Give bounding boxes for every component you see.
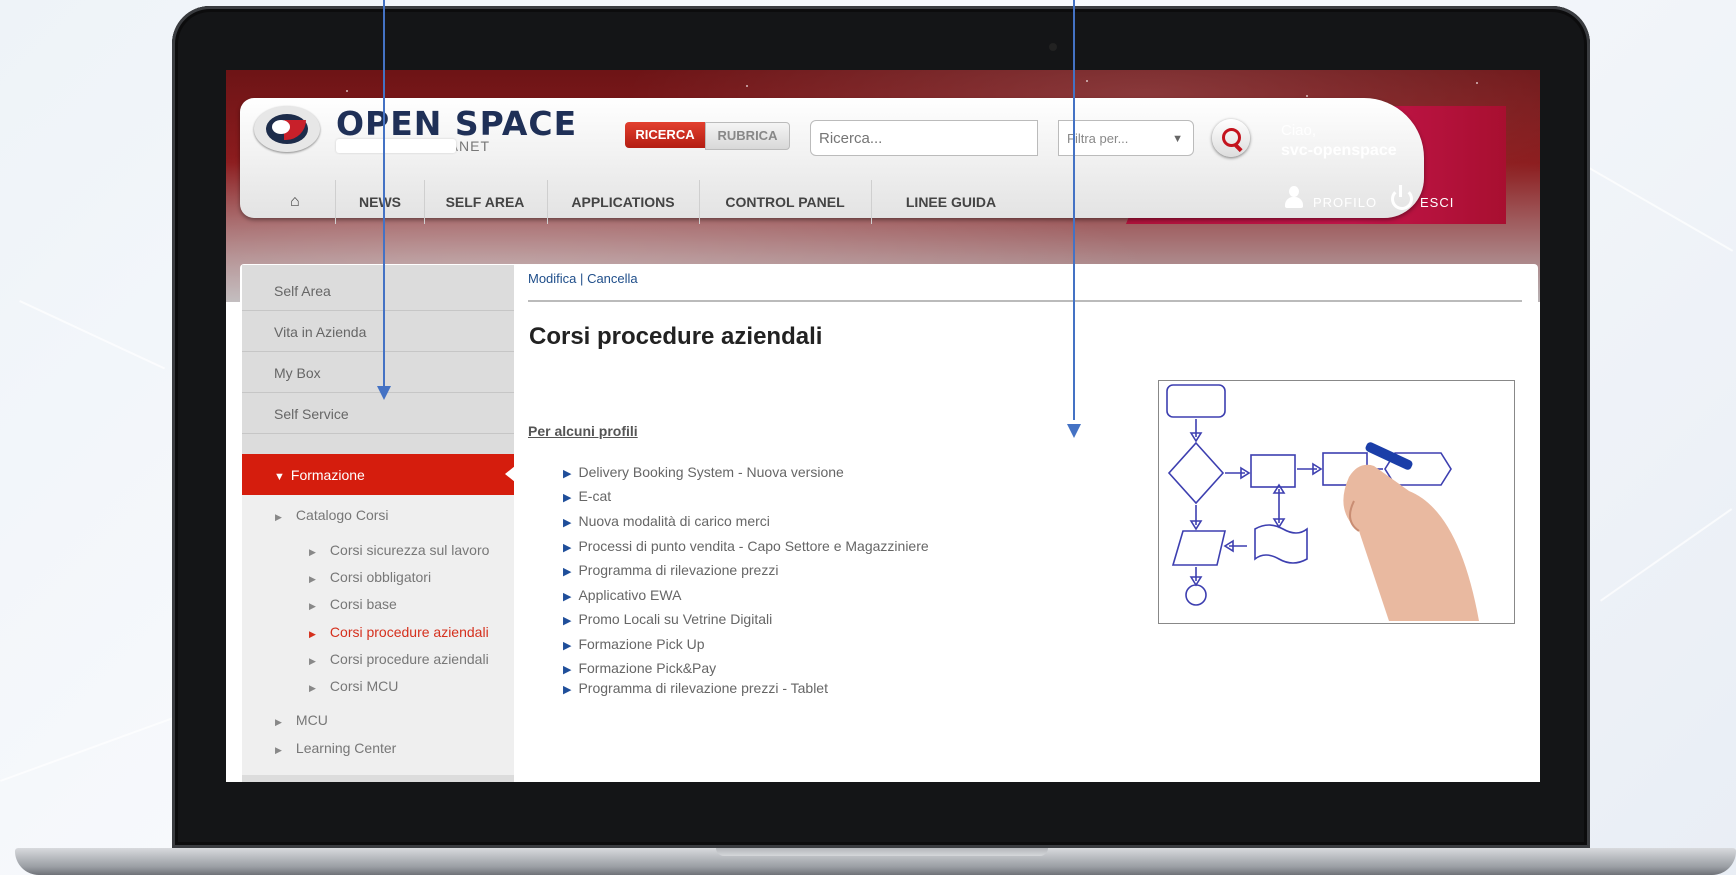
submenu-catalogo-corsi[interactable]: ▶ Catalogo Corsi (275, 507, 389, 523)
caret-down-icon: ▼ (274, 471, 285, 483)
course-item[interactable]: ▶ E-cat (563, 488, 611, 504)
sidebar-item-label: Formazione (290, 467, 365, 483)
filter-placeholder: Filtra per... (1067, 131, 1129, 146)
nav-control-panel[interactable]: CONTROL PANEL (699, 180, 872, 224)
course-item[interactable]: ▶ Processi di punto vendita - Capo Settor… (563, 538, 929, 554)
flowchart-drawing (1166, 384, 1479, 621)
sidebar-item-self-area[interactable]: Self Area (242, 271, 514, 311)
annotation-arrow-line (1073, 0, 1075, 420)
redaction-mask (336, 139, 456, 153)
tab-rubrica[interactable]: RUBRICA (705, 122, 790, 150)
page-title: Corsi procedure aziendali (529, 323, 823, 350)
nav-applications[interactable]: APPLICATIONS (547, 180, 700, 224)
camera-icon (1049, 43, 1057, 51)
course-item[interactable]: ▶ Formazione Pick Up (563, 636, 705, 652)
username: svc-openspace (1281, 142, 1397, 159)
flowchart-illustration (1158, 380, 1515, 624)
profile-link[interactable]: PROFILO (1313, 195, 1377, 210)
profile-icon[interactable] (1284, 186, 1304, 210)
edit-link[interactable]: Modifica (528, 271, 576, 286)
annotation-arrow-head (377, 386, 391, 400)
search-button[interactable] (1212, 119, 1250, 157)
filter-select[interactable]: Filtra per... ▼ (1058, 120, 1194, 156)
catalog-item[interactable]: ▶ Corsi obbligatori (309, 569, 431, 585)
nav-self-area[interactable]: SELF AREA (423, 180, 548, 224)
link-separator: | (580, 271, 584, 286)
course-item[interactable]: ▶ Promo Locali su Vetrine Digitali (563, 611, 772, 627)
catalog-item-current[interactable]: ▶ Corsi procedure aziendali (309, 624, 489, 640)
edit-links: Modifica | Cancella (528, 271, 638, 286)
nav-news[interactable]: NEWS (335, 180, 425, 224)
course-item[interactable]: ▶ Nuova modalità di carico merci (563, 513, 770, 529)
laptop-notch (716, 848, 1048, 856)
submenu-learning-center[interactable]: ▶ Learning Center (275, 740, 396, 756)
course-item[interactable]: ▶ Programma di rilevazione prezzi (563, 562, 778, 578)
course-item[interactable]: ▶ Formazione Pick&Pay (563, 660, 716, 676)
greeting-text: Ciao, (1281, 122, 1317, 139)
course-item[interactable]: ▶ Delivery Booking System - Nuova version… (563, 464, 844, 480)
annotation-arrow-head (1067, 424, 1081, 438)
section-heading[interactable]: Per alcuni profili (528, 423, 638, 439)
course-item[interactable]: ▶ Applicativo EWA (563, 587, 681, 603)
course-item[interactable]: ▶ Programma di rilevazione prezzi - Table… (563, 680, 828, 696)
sidebar-item-formazione[interactable]: ▼ Formazione (242, 454, 515, 496)
sidebar-item-self-service[interactable]: Self Service (242, 394, 514, 434)
sidebar-item-vita-in-azienda[interactable]: Vita in Azienda (242, 312, 514, 352)
annotation-arrow-line (383, 0, 385, 388)
power-icon[interactable] (1390, 185, 1414, 210)
home-icon[interactable]: ⌂ (290, 193, 300, 211)
open-space-logo (254, 102, 322, 154)
catalog-item[interactable]: ▶ Corsi MCU (309, 678, 398, 694)
catalog-item[interactable]: ▶ Corsi base (309, 596, 397, 612)
submenu-mcu[interactable]: ▶ MCU (275, 712, 328, 728)
divider (528, 300, 1522, 302)
catalog-item[interactable]: ▶ Corsi procedure aziendali (309, 651, 489, 667)
search-input[interactable] (810, 120, 1038, 156)
dropdown-arrow-icon: ▼ (1172, 133, 1183, 145)
nav-linee-guida[interactable]: LINEE GUIDA (871, 180, 1031, 224)
delete-link[interactable]: Cancella (587, 271, 638, 286)
tab-ricerca[interactable]: RICERCA (625, 122, 705, 148)
logout-link[interactable]: ESCI (1420, 195, 1454, 210)
catalog-item[interactable]: ▶ Corsi sicurezza sul lavoro (309, 542, 489, 558)
